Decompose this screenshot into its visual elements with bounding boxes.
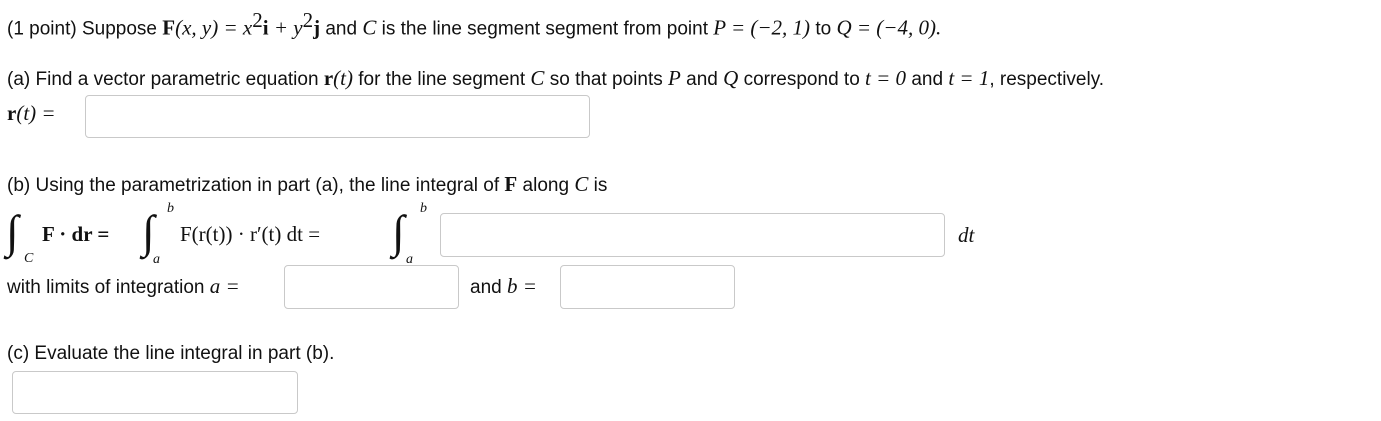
upper-limit-b: b	[420, 201, 427, 216]
r-symbol: r	[7, 101, 17, 125]
exponent: 2	[252, 8, 263, 32]
to-text: to	[815, 18, 832, 40]
r-of-t-label: r(t) =	[7, 101, 56, 126]
and-text: and	[325, 18, 358, 40]
point-P: P	[668, 66, 681, 90]
r-of-t-input[interactable]	[85, 95, 590, 138]
upper-limit-input[interactable]	[560, 265, 735, 309]
along-text: along	[522, 175, 570, 196]
t-zero: t = 0	[865, 66, 907, 90]
point-Q: Q = (−4, 0).	[836, 15, 942, 40]
segment-text: is the line segment segment from point	[381, 18, 708, 40]
field-def: (x, y) = x	[175, 15, 253, 40]
integral-sub-C: C	[24, 251, 34, 266]
is-text: is	[593, 175, 608, 196]
part-b-prompt: (b) Using the parametrization in part (a…	[7, 172, 607, 197]
b-limit-label: and b =	[470, 274, 537, 299]
curve-C: C	[362, 15, 377, 40]
lower-limit-input[interactable]	[284, 265, 459, 309]
unit-j: j	[313, 15, 321, 40]
respectively-text: , respectively.	[989, 69, 1105, 90]
F-dot-dr: F · dr =	[42, 222, 110, 246]
for-text: for the line segment	[358, 69, 526, 90]
curve-C: C	[530, 66, 545, 90]
lower-limit-a: a	[153, 252, 160, 267]
integral-sign-3: ∫	[392, 206, 405, 257]
upper-limit-b: b	[167, 201, 174, 216]
b-equals: b =	[506, 274, 537, 298]
integral-sign-1: ∫	[6, 206, 19, 257]
integrand-expression: F(r(t)) · r′(t) dt =	[180, 222, 321, 246]
integrand-input[interactable]	[440, 213, 945, 257]
r-symbol: r	[323, 66, 334, 90]
and-text: and	[911, 69, 944, 90]
so-text: so that points	[549, 69, 663, 90]
plus-y: + y	[268, 15, 303, 40]
a-equals: a =	[209, 274, 240, 298]
question-statement: (1 point) Suppose F(x, y) = x2i + y2j an…	[7, 8, 941, 40]
limits-text: with limits of integration	[7, 277, 205, 298]
field-F: F	[504, 172, 518, 196]
dt-label: dt	[958, 223, 975, 247]
point-P: P = (−2, 1)	[713, 15, 811, 40]
part-b-intro: (b) Using the parametrization in part (a…	[7, 175, 500, 196]
and-text: and	[470, 277, 502, 298]
line-integral-input[interactable]	[12, 371, 298, 414]
point-Q: Q	[723, 66, 739, 90]
part-c-prompt: (c) Evaluate the line integral in part (…	[7, 343, 335, 364]
curve-C: C	[574, 172, 589, 196]
limits-label: with limits of integration a =	[7, 274, 240, 299]
integral-sign-2: ∫	[142, 206, 155, 257]
correspond-text: correspond to	[743, 69, 860, 90]
and-text: and	[686, 69, 718, 90]
exponent: 2	[302, 8, 314, 32]
t-one: t = 1	[948, 66, 990, 90]
field-F: F	[162, 15, 176, 40]
of-t: (t)	[333, 66, 353, 90]
points-label: (1 point) Suppose	[7, 18, 157, 40]
part-a-prompt: (a) Find a vector parametric equation r(…	[7, 66, 1104, 91]
of-t-equals: (t) =	[16, 101, 56, 125]
part-a-intro: (a) Find a vector parametric equation	[7, 69, 319, 90]
